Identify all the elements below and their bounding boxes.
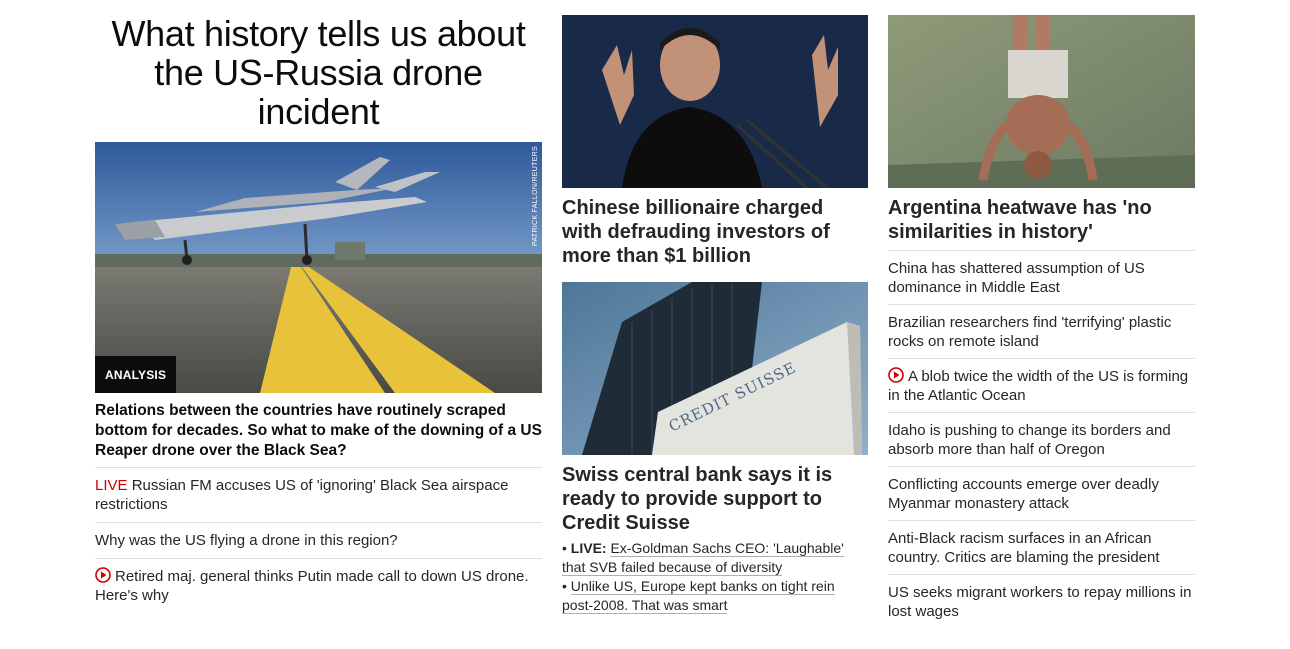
billionaire-headline[interactable]: Chinese billionaire charged with defraud… bbox=[562, 196, 868, 268]
live-label: LIVE bbox=[95, 477, 128, 494]
more-stories-list: China has shattered assumption of US dom… bbox=[888, 250, 1195, 628]
list-item-text: Idaho is pushing to change its borders a… bbox=[888, 422, 1171, 458]
list-item-text: US seeks migrant workers to repay millio… bbox=[888, 584, 1192, 620]
credit-suisse-headline[interactable]: Swiss central bank says it is ready to p… bbox=[562, 463, 868, 535]
bullet-text: Unlike US, Europe kept banks on tight re… bbox=[562, 578, 835, 614]
related-item-text: Russian FM accuses US of 'ignoring' Blac… bbox=[95, 477, 509, 513]
related-item[interactable]: Why was the US flying a drone in this re… bbox=[95, 522, 542, 558]
play-icon bbox=[95, 567, 111, 583]
bullet-item[interactable]: • Unlike US, Europe kept banks on tight … bbox=[562, 577, 868, 615]
list-item-text: Brazilian researchers find 'terrifying' … bbox=[888, 314, 1172, 350]
billionaire-photo bbox=[562, 15, 868, 188]
list-item[interactable]: Brazilian researchers find 'terrifying' … bbox=[888, 304, 1195, 358]
list-item-text: Conflicting accounts emerge over deadly … bbox=[888, 476, 1159, 512]
credit-suisse-photo: CREDIT SUISSE bbox=[562, 282, 868, 455]
related-item-text: Retired maj. general thinks Putin made c… bbox=[95, 568, 529, 604]
billionaire-image[interactable] bbox=[562, 15, 868, 188]
photo-credit: PATRICK FALLON/REUTERS bbox=[532, 146, 539, 247]
list-item[interactable]: Idaho is pushing to change its borders a… bbox=[888, 412, 1195, 466]
bullet-item-live[interactable]: • LIVE: Ex-Goldman Sachs CEO: 'Laughable… bbox=[562, 539, 868, 577]
hero-drone-image[interactable]: PATRICK FALLON/REUTERS ANALYSIS bbox=[95, 142, 542, 393]
credit-suisse-bullets: • LIVE: Ex-Goldman Sachs CEO: 'Laughable… bbox=[562, 539, 868, 615]
list-item-text: China has shattered assumption of US dom… bbox=[888, 260, 1145, 296]
heatwave-headline[interactable]: Argentina heatwave has 'no similarities … bbox=[888, 196, 1195, 244]
heatwave-image[interactable] bbox=[888, 15, 1195, 188]
play-icon bbox=[888, 367, 904, 383]
live-label: LIVE: bbox=[570, 540, 607, 556]
related-item-video[interactable]: Retired maj. general thinks Putin made c… bbox=[95, 558, 542, 613]
hero-headline-block: What history tells us about the US-Russi… bbox=[95, 14, 542, 131]
list-item[interactable]: US seeks migrant workers to repay millio… bbox=[888, 574, 1195, 628]
related-item-text: Why was the US flying a drone in this re… bbox=[95, 532, 398, 549]
heatwave-photo bbox=[888, 15, 1195, 188]
list-item-text: A blob twice the width of the US is form… bbox=[888, 368, 1189, 404]
related-item-live[interactable]: LIVE Russian FM accuses US of 'ignoring'… bbox=[95, 467, 542, 522]
hero-summary-link[interactable]: Relations between the countries have rou… bbox=[95, 401, 542, 461]
list-item-video[interactable]: A blob twice the width of the US is form… bbox=[888, 358, 1195, 412]
list-item[interactable]: Conflicting accounts emerge over deadly … bbox=[888, 466, 1195, 520]
list-item-text: Anti-Black racism surfaces in an African… bbox=[888, 530, 1160, 566]
analysis-badge: ANALYSIS bbox=[95, 356, 177, 393]
list-item[interactable]: China has shattered assumption of US dom… bbox=[888, 250, 1195, 304]
credit-suisse-image[interactable]: CREDIT SUISSE bbox=[562, 282, 868, 455]
hero-headline[interactable]: What history tells us about the US-Russi… bbox=[95, 14, 542, 131]
hero-related-list: LIVE Russian FM accuses US of 'ignoring'… bbox=[95, 467, 542, 613]
list-item[interactable]: Anti-Black racism surfaces in an African… bbox=[888, 520, 1195, 574]
